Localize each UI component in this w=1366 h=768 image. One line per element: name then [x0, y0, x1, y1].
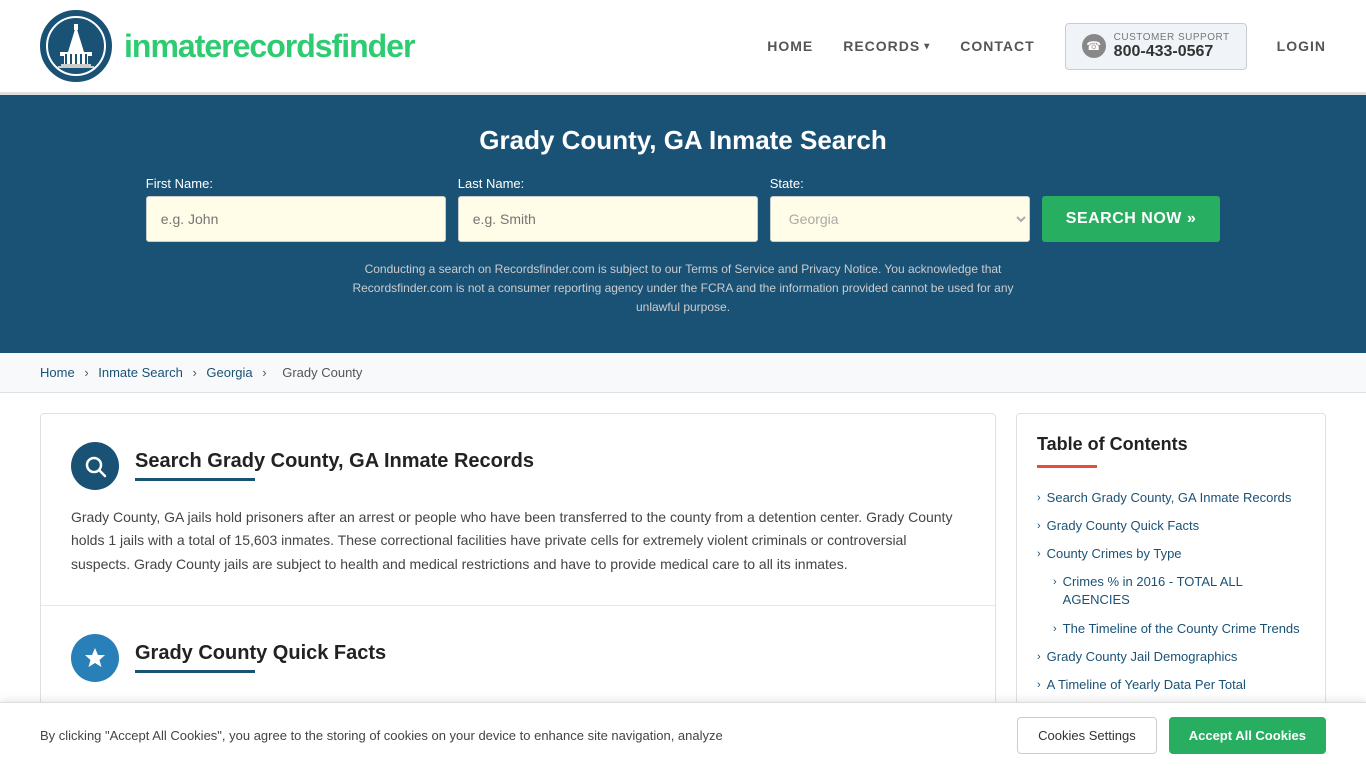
chevron-icon-7: ›	[1037, 678, 1041, 693]
toc-link-5[interactable]: › The Timeline of the County Crime Trend…	[1053, 620, 1305, 638]
first-name-label: First Name:	[146, 176, 446, 191]
toc-item-5: › The Timeline of the County Crime Trend…	[1037, 615, 1305, 643]
chevron-icon-1: ›	[1037, 491, 1041, 506]
toc-item-3: › County Crimes by Type	[1037, 540, 1305, 568]
breadcrumb-sep-2: ›	[192, 365, 200, 380]
customer-support-box: ☎ CUSTOMER SUPPORT 800-433-0567	[1065, 23, 1247, 70]
section-title-inmate: Search Grady County, GA Inmate Records	[135, 450, 534, 481]
nav-contact[interactable]: CONTACT	[960, 38, 1034, 54]
toc-item-7: › A Timeline of Yearly Data Per Total	[1037, 671, 1305, 699]
chevron-icon-3: ›	[1037, 547, 1041, 562]
main-content: Search Grady County, GA Inmate Records G…	[0, 393, 1366, 747]
last-name-group: Last Name:	[458, 176, 758, 242]
chevron-icon-6: ›	[1037, 650, 1041, 665]
section-header-facts: Grady County Quick Facts	[71, 634, 965, 682]
nav-home[interactable]: HOME	[767, 38, 813, 54]
chevron-icon-5: ›	[1053, 622, 1057, 637]
cookie-buttons: Cookies Settings Accept All Cookies	[1017, 717, 1326, 754]
breadcrumb-current: Grady County	[282, 365, 362, 380]
breadcrumb-inmate-search[interactable]: Inmate Search	[98, 365, 183, 380]
sidebar: Table of Contents › Search Grady County,…	[1016, 413, 1326, 721]
breadcrumb-sep-3: ›	[262, 365, 270, 380]
search-form: First Name: Last Name: State: Georgia SE…	[40, 176, 1326, 242]
state-label: State:	[770, 176, 1030, 191]
last-name-label: Last Name:	[458, 176, 758, 191]
phone-icon: ☎	[1082, 34, 1106, 58]
state-select[interactable]: Georgia	[770, 196, 1030, 242]
facts-title-underline	[135, 670, 255, 673]
first-name-group: First Name:	[146, 176, 446, 242]
support-phone: 800-433-0567	[1114, 43, 1230, 61]
toc-item-6: › Grady County Jail Demographics	[1037, 643, 1305, 671]
logo-icon	[40, 10, 112, 82]
toc-link-7[interactable]: › A Timeline of Yearly Data Per Total	[1037, 676, 1305, 694]
title-underline	[135, 478, 255, 481]
toc-link-2[interactable]: › Grady County Quick Facts	[1037, 517, 1305, 535]
main-nav: HOME RECORDS ▾ CONTACT ☎ CUSTOMER SUPPOR…	[767, 23, 1326, 70]
toc-link-1[interactable]: › Search Grady County, GA Inmate Records	[1037, 489, 1305, 507]
logo-area: inmaterecordsfinder	[40, 10, 414, 82]
toc-divider	[1037, 465, 1097, 468]
breadcrumb: Home › Inmate Search › Georgia › Grady C…	[0, 353, 1366, 393]
toc-list: › Search Grady County, GA Inmate Records…	[1037, 484, 1305, 700]
hero-section: Grady County, GA Inmate Search First Nam…	[0, 95, 1366, 353]
chevron-icon-4: ›	[1053, 575, 1057, 590]
state-group: State: Georgia	[770, 176, 1030, 242]
toc-title: Table of Contents	[1037, 434, 1305, 455]
cookie-accept-button[interactable]: Accept All Cookies	[1169, 717, 1326, 754]
breadcrumb-home[interactable]: Home	[40, 365, 75, 380]
toc-item-4: › Crimes % in 2016 - TOTAL ALL AGENCIES	[1037, 568, 1305, 614]
toc-item-1: › Search Grady County, GA Inmate Records	[1037, 484, 1305, 512]
cookie-text: By clicking "Accept All Cookies", you ag…	[40, 726, 723, 746]
last-name-input[interactable]	[458, 196, 758, 242]
section-header-inmate: Search Grady County, GA Inmate Records	[71, 442, 965, 490]
nav-records[interactable]: RECORDS ▾	[843, 38, 930, 54]
breadcrumb-georgia[interactable]: Georgia	[206, 365, 252, 380]
toc-link-3[interactable]: › County Crimes by Type	[1037, 545, 1305, 563]
first-name-input[interactable]	[146, 196, 446, 242]
toc-link-6[interactable]: › Grady County Jail Demographics	[1037, 648, 1305, 666]
cookie-settings-button[interactable]: Cookies Settings	[1017, 717, 1157, 754]
inmate-records-section: Search Grady County, GA Inmate Records G…	[41, 414, 995, 606]
search-button[interactable]: SEARCH NOW »	[1042, 196, 1220, 242]
login-button[interactable]: LOGIN	[1277, 38, 1326, 54]
facts-section-icon	[71, 634, 119, 682]
inmate-records-body: Grady County, GA jails hold prisoners af…	[71, 506, 965, 577]
content-area: Search Grady County, GA Inmate Records G…	[40, 413, 996, 727]
disclaimer-text: Conducting a search on Recordsfinder.com…	[333, 260, 1033, 318]
toc-link-4[interactable]: › Crimes % in 2016 - TOTAL ALL AGENCIES	[1053, 573, 1305, 609]
breadcrumb-sep-1: ›	[84, 365, 92, 380]
search-section-icon	[71, 442, 119, 490]
support-label: CUSTOMER SUPPORT	[1114, 32, 1230, 43]
chevron-icon-2: ›	[1037, 519, 1041, 534]
logo-text: inmaterecordsfinder	[124, 28, 414, 65]
site-header: inmaterecordsfinder HOME RECORDS ▾ CONTA…	[0, 0, 1366, 95]
hero-title: Grady County, GA Inmate Search	[40, 125, 1326, 156]
cookie-banner: By clicking "Accept All Cookies", you ag…	[0, 702, 1366, 768]
toc-item-2: › Grady County Quick Facts	[1037, 512, 1305, 540]
chevron-down-icon: ▾	[924, 41, 930, 52]
section-title-facts: Grady County Quick Facts	[135, 642, 386, 673]
